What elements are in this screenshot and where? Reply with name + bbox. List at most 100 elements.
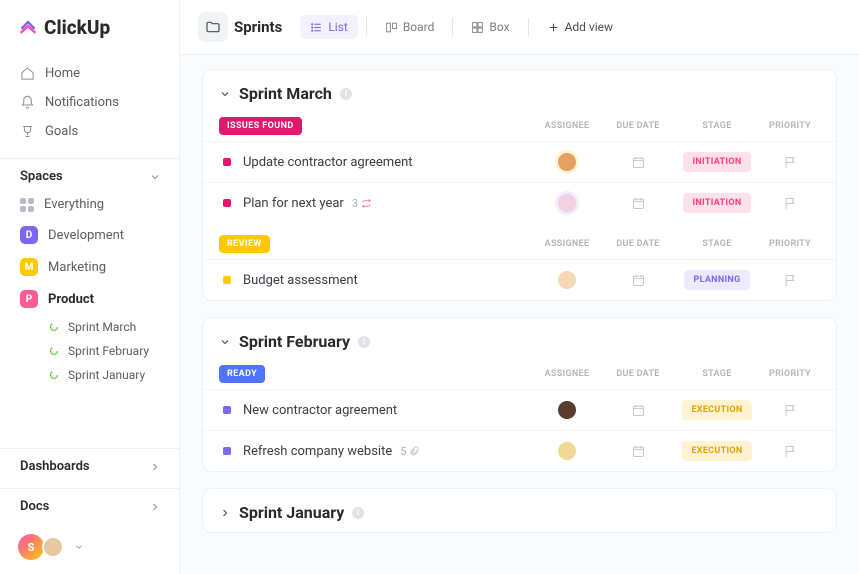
dashboards-label: Dashboards <box>20 459 90 474</box>
chevron-down-icon <box>219 88 231 100</box>
flag-icon <box>783 444 798 459</box>
stage-pill: EXECUTION <box>682 400 751 420</box>
task-row[interactable]: Plan for next year3 INITIATION <box>203 182 836 223</box>
view-tab-list[interactable]: List <box>300 15 358 39</box>
col-stage: STAGE <box>674 369 760 379</box>
col-due: DUE DATE <box>602 239 674 249</box>
flag-icon <box>783 196 798 211</box>
stage-pill: EXECUTION <box>682 441 751 461</box>
avatar <box>555 268 579 292</box>
space-marketing[interactable]: M Marketing <box>0 251 179 283</box>
task-stage[interactable]: EXECUTION <box>674 441 760 461</box>
status-pill[interactable]: REVIEW <box>219 235 270 253</box>
docs-header[interactable]: Docs <box>0 488 179 520</box>
sidebar-bottom: Dashboards Docs S <box>0 440 179 574</box>
board-icon <box>385 21 398 34</box>
content: Sprint March i ISSUES FOUND ASSIGNEE DUE… <box>180 55 859 563</box>
user-avatar-badge: S <box>18 534 44 560</box>
divider <box>528 18 529 36</box>
calendar-icon <box>631 196 646 211</box>
task-status-square[interactable] <box>223 406 231 414</box>
info-icon[interactable]: i <box>340 88 352 100</box>
task-stage[interactable]: INITIATION <box>674 193 760 213</box>
trophy-icon <box>20 124 35 139</box>
col-assignee: ASSIGNEE <box>532 121 602 131</box>
task-due[interactable] <box>602 196 674 211</box>
info-icon[interactable]: i <box>352 507 364 519</box>
task-stage[interactable]: PLANNING <box>674 270 760 290</box>
docs-label: Docs <box>20 499 49 514</box>
box-icon <box>471 21 484 34</box>
status-pill[interactable]: ISSUES FOUND <box>219 117 302 135</box>
spaces-header[interactable]: Spaces <box>0 158 179 190</box>
task-due[interactable] <box>602 444 674 459</box>
list-icon <box>310 21 323 34</box>
sprint-header[interactable]: Sprint January i <box>203 489 836 532</box>
task-status-square[interactable] <box>223 276 231 284</box>
task-priority[interactable] <box>760 273 820 288</box>
space-marketing-label: Marketing <box>48 260 106 275</box>
task-priority[interactable] <box>760 196 820 211</box>
sidebar: ClickUp Home Notifications Goals Spaces … <box>0 0 180 574</box>
space-product[interactable]: P Product <box>0 283 179 315</box>
stage-pill: INITIATION <box>683 152 750 172</box>
view-tab-board-label: Board <box>403 20 435 34</box>
nav-goals[interactable]: Goals <box>10 117 169 146</box>
group-header: ISSUES FOUND ASSIGNEE DUE DATE STAGE PRI… <box>203 113 836 141</box>
task-status-square[interactable] <box>223 199 231 207</box>
task-stage[interactable]: INITIATION <box>674 152 760 172</box>
flag-icon <box>783 273 798 288</box>
task-assignee[interactable] <box>532 268 602 292</box>
view-tab-box[interactable]: Box <box>461 15 519 39</box>
info-icon[interactable]: i <box>358 336 370 348</box>
logo[interactable]: ClickUp <box>0 0 179 55</box>
space-development[interactable]: D Development <box>0 219 179 251</box>
task-priority[interactable] <box>760 444 820 459</box>
task-priority[interactable] <box>760 155 820 170</box>
sub-sprint-february-label: Sprint February <box>68 344 149 358</box>
task-assignee[interactable] <box>532 398 602 422</box>
task-priority[interactable] <box>760 403 820 418</box>
view-tab-board[interactable]: Board <box>375 15 445 39</box>
divider <box>452 18 453 36</box>
sprint-header[interactable]: Sprint March i <box>203 70 836 113</box>
task-assignee[interactable] <box>532 439 602 463</box>
task-due[interactable] <box>602 403 674 418</box>
task-row[interactable]: Budget assessment PLANNING <box>203 259 836 300</box>
folder-icon-box[interactable] <box>198 12 228 42</box>
sprint-card: Sprint February i READY ASSIGNEE DUE DAT… <box>202 317 837 472</box>
task-status-square[interactable] <box>223 158 231 166</box>
task-name: Budget assessment <box>243 273 532 288</box>
space-everything[interactable]: Everything <box>0 190 179 219</box>
sub-sprint-january-label: Sprint January <box>68 368 145 382</box>
calendar-icon <box>631 155 646 170</box>
sub-sprint-january[interactable]: Sprint January <box>38 363 179 387</box>
sprint-header[interactable]: Sprint February i <box>203 318 836 361</box>
col-due: DUE DATE <box>602 369 674 379</box>
sub-sprint-february[interactable]: Sprint February <box>38 339 179 363</box>
chevron-right-icon <box>149 461 161 473</box>
user-row[interactable]: S <box>0 520 179 574</box>
topbar: Sprints List Board Box Add view <box>180 0 859 55</box>
task-due[interactable] <box>602 155 674 170</box>
task-name: Plan for next year3 <box>243 196 532 211</box>
status-pill[interactable]: READY <box>219 365 265 383</box>
view-tab-list-label: List <box>328 20 348 34</box>
calendar-icon <box>631 444 646 459</box>
task-row[interactable]: Refresh company website5 EXECUTION <box>203 430 836 471</box>
sub-sprint-march[interactable]: Sprint March <box>38 315 179 339</box>
task-due[interactable] <box>602 273 674 288</box>
nav-notifications[interactable]: Notifications <box>10 88 169 117</box>
stage-pill: PLANNING <box>684 270 749 290</box>
view-tab-add[interactable]: Add view <box>537 15 623 39</box>
task-row[interactable]: Update contractor agreement INITIATION <box>203 141 836 182</box>
task-assignee[interactable] <box>532 191 602 215</box>
task-status-square[interactable] <box>223 447 231 455</box>
dashboards-header[interactable]: Dashboards <box>0 448 179 480</box>
sprint-title: Sprint January <box>239 503 344 522</box>
task-assignee[interactable] <box>532 150 602 174</box>
col-stage: STAGE <box>674 239 760 249</box>
nav-home[interactable]: Home <box>10 59 169 88</box>
task-row[interactable]: New contractor agreement EXECUTION <box>203 389 836 430</box>
task-stage[interactable]: EXECUTION <box>674 400 760 420</box>
